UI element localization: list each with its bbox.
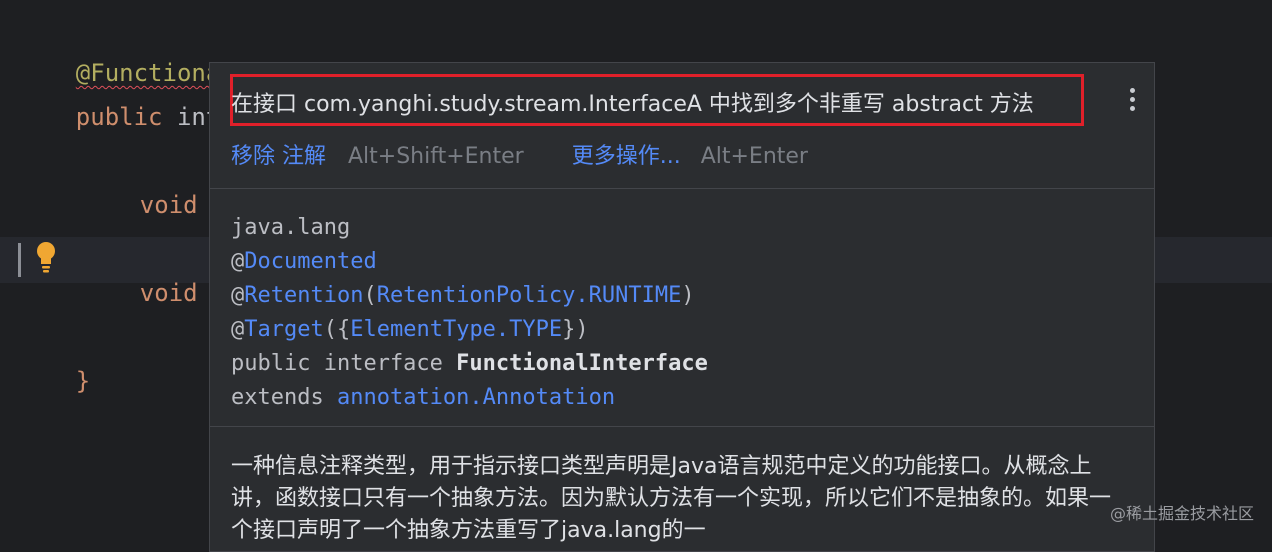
more-actions-link[interactable]: 更多操作... [572,144,681,169]
keyword-public: public [75,103,163,131]
code-line-closing-brace[interactable]: } [18,336,90,426]
remove-annotation-link[interactable]: 移除 注解 [231,144,326,169]
documentation-description: 一种信息注释类型，用于指示接口类型声明是Java语言规范中定义的功能接口。从概念… [231,454,1112,543]
remove-annotation-shortcut: Alt+Shift+Enter [348,144,524,169]
divider [210,426,1154,427]
paren: ( [363,283,377,308]
annotation-type-link[interactable]: annotation.Annotation [337,385,615,410]
declaration-prefix: public interface [231,351,457,376]
more-options-icon[interactable] [1122,85,1142,115]
at-symbol: @ [231,283,245,308]
keyword-void: void [139,279,198,307]
quick-fix-actions: 移除 注解 Alt+Shift+Enter 更多操作... Alt+Enter [231,138,808,170]
documentation-signature: java.lang @Documented @Retention(Retenti… [231,211,708,415]
brace: ({ [323,317,351,342]
documented-link[interactable]: Documented [244,249,376,274]
divider [210,188,1154,189]
error-message: 在接口 com.yanghi.study.stream.InterfaceA 中… [231,92,1034,117]
inspection-popup: 在接口 com.yanghi.study.stream.InterfaceA 中… [209,62,1155,552]
brace: }) [562,317,589,342]
package-name: java.lang [231,215,351,240]
paren: ) [681,283,695,308]
at-symbol: @ [231,249,245,274]
element-type-link[interactable]: ElementType.TYPE [350,317,562,342]
closing-brace: } [75,367,91,395]
retention-link[interactable]: Retention [244,283,363,308]
target-link[interactable]: Target [244,317,323,342]
watermark: @稀土掘金技术社区 [1109,504,1254,523]
keyword-void: void [139,191,198,219]
lightbulb-icon[interactable] [34,240,58,274]
at-symbol: @ [231,317,245,342]
retention-policy-link[interactable]: RetentionPolicy.RUNTIME [377,283,682,308]
extends-keyword: extends [231,385,337,410]
gutter-marker [18,243,21,277]
more-actions-shortcut: Alt+Enter [700,144,808,169]
interface-name: FunctionalInterface [456,351,708,376]
